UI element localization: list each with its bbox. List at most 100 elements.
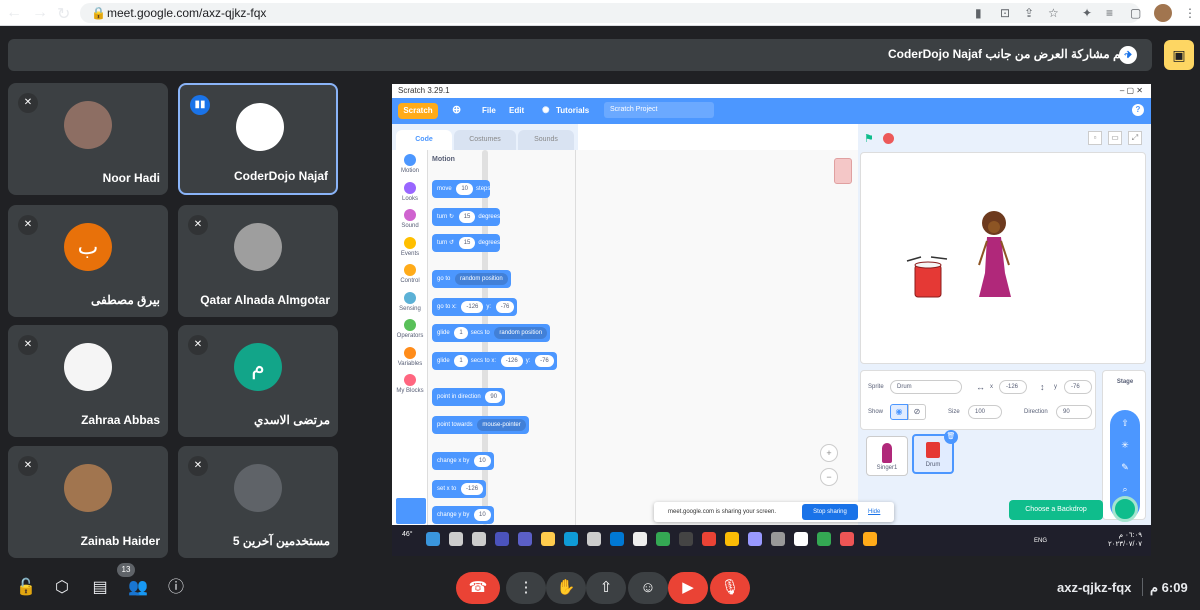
block-input[interactable]: 10 xyxy=(474,455,491,467)
block-dropdown[interactable]: random position xyxy=(494,327,548,339)
participant-tile[interactable]: ✕ Zainab Haider xyxy=(8,446,168,558)
present-button[interactable]: ⇧ xyxy=(586,572,626,604)
info-icon[interactable]: ⓘ xyxy=(164,576,188,600)
participant-tile[interactable]: ✕ 5 مستخدمين آخرين xyxy=(178,446,338,558)
add-extension-button[interactable] xyxy=(396,498,426,524)
block-input[interactable]: 90 xyxy=(485,391,503,403)
back-arrow-icon[interactable]: ← xyxy=(6,4,22,22)
category-sound[interactable]: Sound xyxy=(392,209,428,229)
small-stage-icon[interactable]: ▫ xyxy=(1088,131,1102,145)
block-dropdown[interactable]: random position xyxy=(455,273,508,285)
app-icon[interactable] xyxy=(794,532,808,546)
category-control[interactable]: Control xyxy=(392,264,428,284)
search-icon[interactable]: ⌕ xyxy=(1110,484,1140,495)
hide-notice-link[interactable]: Hide xyxy=(868,509,880,515)
category-my-blocks[interactable]: My Blocks xyxy=(392,374,428,394)
chrome-icon[interactable] xyxy=(725,532,739,546)
raise-hand-button[interactable]: ✋ xyxy=(546,572,586,604)
y-input[interactable]: -76 xyxy=(1064,380,1092,394)
code-workspace[interactable] xyxy=(482,150,858,525)
reading-list-icon[interactable]: ≡ xyxy=(1106,5,1113,21)
block-input[interactable]: -76 xyxy=(495,301,515,313)
motion-block[interactable]: change x by 10 xyxy=(432,452,494,470)
store-icon[interactable] xyxy=(587,532,601,546)
sprite-name-input[interactable]: Drum xyxy=(890,380,962,394)
menu-file[interactable]: File xyxy=(482,106,496,115)
block-input[interactable]: 15 xyxy=(458,211,476,223)
calendar-icon[interactable] xyxy=(633,532,647,546)
upload-icon[interactable]: ⇧ xyxy=(1110,418,1140,429)
motion-block[interactable]: glide 1 secs to x: -126 y: -76 xyxy=(432,352,557,370)
camera-icon[interactable]: ▮ xyxy=(975,5,982,21)
more-options-button[interactable]: ⋮ xyxy=(506,572,546,604)
block-dropdown[interactable]: mouse-pointer xyxy=(477,419,526,431)
participant-tile[interactable]: ✕ م مرتضى الاسدي xyxy=(178,325,338,437)
side-panel-icon[interactable]: ▢ xyxy=(1130,5,1141,21)
block-input[interactable]: 15 xyxy=(458,237,476,249)
participant-tile[interactable]: ✕ Noor Hadi xyxy=(8,83,168,195)
zoom-in-icon[interactable]: + xyxy=(820,444,838,462)
show-visible-icon[interactable]: ◉ xyxy=(890,404,908,420)
paint-icon[interactable]: ✎ xyxy=(1110,462,1140,473)
block-input[interactable]: 1 xyxy=(454,355,468,367)
chat-icon[interactable]: ▤ xyxy=(88,576,112,600)
search-icon[interactable] xyxy=(449,532,463,546)
motion-block[interactable]: turn ↺ 15 degrees xyxy=(432,234,501,252)
large-stage-icon[interactable]: ▭ xyxy=(1108,131,1122,145)
block-input[interactable]: 10 xyxy=(456,183,474,195)
tab-sounds[interactable]: Sounds xyxy=(518,130,574,150)
delete-sprite-icon[interactable]: 🗑 xyxy=(944,430,958,444)
size-input[interactable]: 100 xyxy=(968,405,1002,419)
weather-widget[interactable]: 46° xyxy=(402,531,413,538)
edge-icon[interactable] xyxy=(564,532,578,546)
kebab-menu-icon[interactable]: ⋮ xyxy=(1184,5,1196,21)
globe-icon[interactable]: ⊕ xyxy=(452,103,461,116)
people-icon[interactable]: 👥 xyxy=(126,576,150,600)
tab-costumes[interactable]: Costumes xyxy=(454,130,516,150)
mic-toggle-button[interactable]: 🎙 xyxy=(710,572,750,604)
file-explorer-icon[interactable] xyxy=(541,532,555,546)
participant-tile[interactable]: ✕ Zahraa Abbas xyxy=(8,325,168,437)
teams-icon[interactable] xyxy=(518,532,532,546)
block-input[interactable]: -126 xyxy=(500,355,523,367)
app-icon[interactable] xyxy=(679,532,693,546)
task-view-icon[interactable] xyxy=(472,532,486,546)
show-hidden-icon[interactable]: ⊘ xyxy=(908,404,926,420)
extensions-icon[interactable]: ✦ xyxy=(1082,5,1092,21)
block-input[interactable]: -126 xyxy=(461,301,484,313)
forward-arrow-icon[interactable]: → xyxy=(32,4,48,22)
x-input[interactable]: -126 xyxy=(999,380,1027,394)
participant-tile[interactable]: ✕ ب بيرق مصطفى xyxy=(8,205,168,317)
widgets-icon[interactable] xyxy=(495,532,509,546)
chrome-icon[interactable] xyxy=(817,532,831,546)
language-indicator[interactable]: ENG xyxy=(1034,538,1047,544)
reactions-button[interactable]: ☺ xyxy=(628,572,668,604)
category-motion[interactable]: Motion xyxy=(392,154,428,174)
category-looks[interactable]: Looks xyxy=(392,181,428,202)
direction-input[interactable]: 90 xyxy=(1056,405,1092,419)
motion-block[interactable]: point in direction 90 xyxy=(432,388,506,406)
motion-block[interactable]: turn ↻ 15 degrees xyxy=(432,208,501,226)
menu-tutorials[interactable]: Tutorials xyxy=(556,106,589,115)
project-title-input[interactable]: Scratch Project xyxy=(604,102,714,118)
mail-icon[interactable] xyxy=(610,532,624,546)
block-input[interactable]: 10 xyxy=(474,509,491,521)
menu-edit[interactable]: Edit xyxy=(509,106,524,115)
reload-icon[interactable]: ↻ xyxy=(57,4,70,24)
block-input[interactable]: -126 xyxy=(461,483,484,495)
chrome-icon[interactable] xyxy=(656,532,670,546)
camera-toggle-button[interactable]: ▶ xyxy=(668,572,708,604)
taskbar-clock[interactable]: ٠٦:٠٩ م ٢٠٢٣/٠٧/٠٧ xyxy=(1098,531,1142,549)
participant-tile[interactable]: ▮▮ CoderDojo Najaf xyxy=(178,83,338,195)
windows-start-icon[interactable] xyxy=(426,532,440,546)
choose-backdrop-button[interactable] xyxy=(1112,496,1138,522)
lock-icon[interactable]: 🔒 xyxy=(91,5,106,21)
stage-canvas[interactable] xyxy=(860,152,1146,364)
activities-icon[interactable]: ⬡ xyxy=(50,576,74,600)
stop-sharing-button[interactable]: Stop sharing xyxy=(802,504,858,520)
url-text[interactable]: meet.google.com/axz-qjkz-fqx xyxy=(107,6,266,20)
translate-icon[interactable]: ⊡ xyxy=(1000,5,1010,21)
participant-tile[interactable]: ✕ Qatar Alnada Almgotar xyxy=(178,205,338,317)
app-icon[interactable] xyxy=(702,532,716,546)
motion-block[interactable]: move 10 steps xyxy=(432,180,491,198)
